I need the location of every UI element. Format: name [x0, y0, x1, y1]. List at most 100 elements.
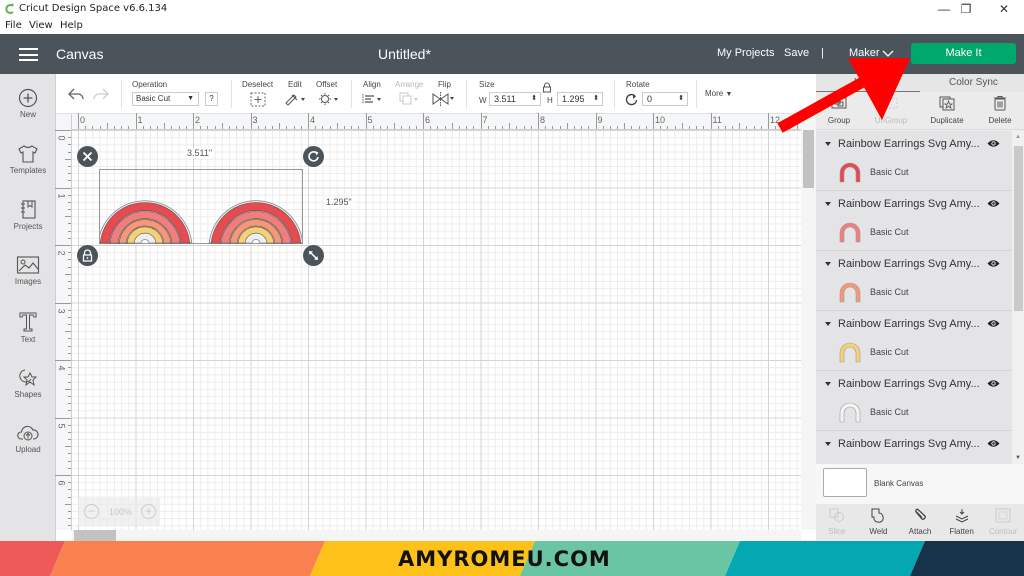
restore-button[interactable]: ❐ — [950, 1, 982, 17]
ruler-tick — [264, 126, 266, 129]
ruler-tick — [724, 126, 726, 129]
ruler-tick — [329, 126, 331, 129]
eye-icon[interactable] — [987, 199, 1000, 208]
layer-thumbnail — [839, 222, 861, 243]
flip-icon[interactable] — [432, 92, 456, 106]
canvas-swatch[interactable] — [823, 468, 867, 497]
blank-canvas-layer[interactable]: Blank Canvas — [816, 464, 1024, 504]
undo-icon[interactable] — [68, 88, 84, 101]
ruler-tick-label: 0 — [56, 135, 67, 141]
more-menu[interactable]: More ▼ — [705, 89, 732, 98]
sidebar-item-upload[interactable]: Upload — [0, 423, 56, 454]
operation-select[interactable]: Basic Cut ▼ — [132, 92, 199, 106]
rotate-icon[interactable] — [625, 93, 638, 106]
tab-color-sync[interactable]: Color Sync — [949, 77, 998, 88]
eye-icon[interactable] — [987, 139, 1000, 148]
layer-item[interactable]: Rainbow Earrings Svg Amy... Basic Cut — [816, 371, 1012, 431]
ruler-tick — [68, 482, 71, 484]
layer-item[interactable]: Rainbow Earrings Svg Amy... Basic Cut — [816, 131, 1012, 191]
flatten-button[interactable]: Flatten — [941, 508, 983, 536]
layer-thumbnail — [839, 402, 861, 423]
canvas-horizontal-scrollbar[interactable] — [72, 530, 801, 541]
zoom-in-button[interactable]: + — [141, 504, 156, 519]
height-label: H — [547, 96, 553, 105]
layer-item[interactable]: Rainbow Earrings Svg Amy... Basic Cut — [816, 251, 1012, 311]
ruler-tick — [65, 158, 71, 160]
operation-help-button[interactable]: ? — [205, 92, 218, 106]
ruler-tick — [300, 126, 302, 129]
width-input[interactable]: 3.511 ⬍ — [489, 92, 541, 106]
sidebar-label: Templates — [9, 166, 47, 175]
layers-scrollbar[interactable]: ▲ ▼ — [1012, 131, 1024, 464]
eye-icon[interactable] — [987, 319, 1000, 328]
brand-text: AMYROMEU.COM — [398, 547, 611, 571]
delete-handle[interactable] — [77, 146, 98, 167]
sidebar-item-projects[interactable]: Projects — [0, 199, 56, 231]
eye-icon[interactable] — [987, 379, 1000, 388]
delete-button[interactable]: Delete — [974, 95, 1024, 125]
lock-icon[interactable] — [542, 82, 552, 93]
ruler-tick — [68, 345, 71, 347]
attach-button[interactable]: Attach — [899, 508, 941, 536]
rainbow-earrings-design[interactable] — [100, 170, 302, 244]
arrange-icon — [399, 92, 418, 105]
expand-caret-icon[interactable] — [825, 202, 831, 206]
expand-caret-icon[interactable] — [825, 382, 831, 386]
canvas-vertical-scrollbar[interactable] — [801, 114, 816, 530]
menu-file[interactable]: File — [5, 20, 22, 31]
duplicate-button[interactable]: Duplicate — [921, 95, 973, 125]
ruler-tick — [645, 126, 647, 129]
ruler-tick — [68, 510, 71, 512]
lock-icon — [82, 249, 93, 262]
ruler-tick — [68, 403, 71, 405]
lock-handle[interactable] — [77, 245, 98, 266]
resize-handle[interactable] — [303, 245, 324, 266]
ruler-tick — [739, 123, 741, 129]
menu-view[interactable]: View — [29, 20, 53, 31]
ruler-tick — [68, 395, 71, 397]
sidebar-item-images[interactable]: Images — [0, 255, 56, 286]
sidebar-item-shapes[interactable]: Shapes — [0, 367, 56, 399]
align-icon[interactable] — [362, 93, 384, 105]
layer-item[interactable]: Rainbow Earrings Svg Amy... — [816, 431, 1012, 464]
hamburger-menu-icon[interactable] — [19, 48, 38, 61]
ruler-tick — [566, 123, 568, 129]
eye-icon[interactable] — [987, 259, 1000, 268]
sidebar-item-templates[interactable]: Templates — [0, 144, 56, 175]
weld-button[interactable]: Weld — [858, 508, 900, 536]
scrollbar-thumb[interactable] — [74, 530, 116, 541]
make-it-button[interactable]: Make It — [911, 43, 1016, 64]
my-projects-link[interactable]: My Projects — [717, 47, 774, 59]
rotate-handle[interactable] — [303, 146, 324, 167]
layer-item[interactable]: Rainbow Earrings Svg Amy... Basic Cut — [816, 311, 1012, 371]
eye-icon[interactable] — [987, 439, 1000, 448]
close-window-button[interactable]: ✕ — [988, 1, 1020, 17]
ruler-tick — [552, 126, 554, 129]
ruler-tick — [423, 113, 424, 129]
redo-icon[interactable] — [93, 88, 109, 101]
edit-toolbar: Operation Basic Cut ▼ ? Deselect Edit Off… — [56, 74, 816, 114]
menu-help[interactable]: Help — [60, 20, 83, 31]
ruler-tick — [68, 280, 71, 282]
window-title: Cricut Design Space v6.6.134 — [19, 3, 168, 14]
rotate-input[interactable]: 0 ⬍ — [642, 92, 688, 106]
expand-caret-icon[interactable] — [825, 262, 831, 266]
offset-icon[interactable] — [318, 92, 340, 106]
ruler-tick — [674, 126, 676, 129]
expand-caret-icon[interactable] — [825, 142, 831, 146]
ruler-tick — [68, 309, 71, 311]
scrollbar-thumb[interactable] — [1014, 146, 1023, 311]
layer-item[interactable]: Rainbow Earrings Svg Amy... Basic Cut — [816, 191, 1012, 251]
size-label: Size — [479, 80, 495, 89]
ruler-tick — [68, 410, 71, 412]
height-input[interactable]: 1.295 ⬍ — [557, 92, 603, 106]
ruler-tick-label: 11 — [712, 115, 722, 125]
edit-icon[interactable] — [284, 92, 306, 106]
sidebar-item-text[interactable]: Text — [0, 311, 56, 344]
sidebar-item-new[interactable]: New — [0, 88, 56, 119]
ruler-tick — [68, 194, 71, 196]
deselect-icon[interactable] — [250, 92, 266, 107]
zoom-out-button[interactable]: − — [84, 504, 99, 519]
expand-caret-icon[interactable] — [825, 442, 831, 446]
expand-caret-icon[interactable] — [825, 322, 831, 326]
